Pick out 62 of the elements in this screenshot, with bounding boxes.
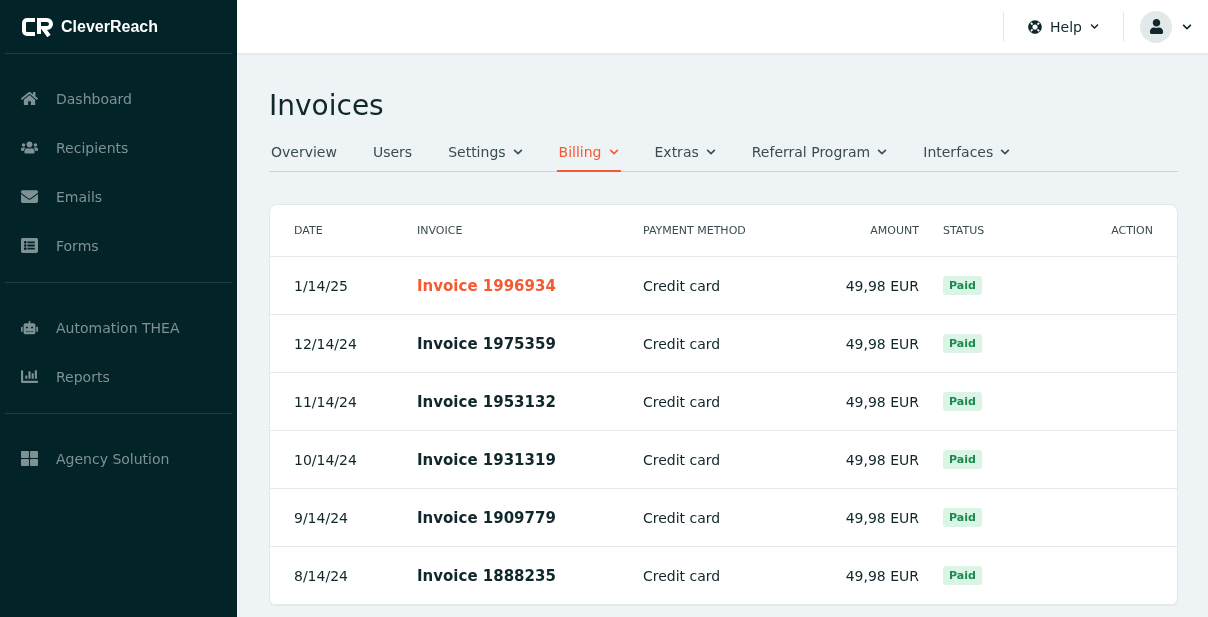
chevron-down-icon (1090, 22, 1099, 31)
sidebar-item[interactable]: Reports (5, 352, 232, 401)
chevron-down-icon (1182, 21, 1192, 32)
invoice-link[interactable]: Invoice 1888235 (417, 567, 556, 585)
tab[interactable]: Settings (446, 144, 525, 172)
table-cell-text: Credit card (643, 509, 722, 526)
status-badge: Paid (943, 392, 982, 411)
tab[interactable]: Extras (652, 144, 718, 172)
column-header: PAYMENT METHOD (643, 224, 747, 237)
status-badge: Paid (943, 334, 982, 353)
tab[interactable]: Users (370, 144, 415, 172)
robot-icon (21, 319, 38, 336)
table-cell-text: Credit card (643, 277, 722, 294)
home-icon (21, 90, 38, 107)
invoice-link[interactable]: Invoice 1953132 (417, 393, 556, 411)
status-badge: Paid (943, 450, 982, 469)
sidebar-item[interactable]: Agency Solution (5, 434, 232, 483)
table-cell-text: Credit card (643, 567, 722, 584)
lifebuoy-icon (1028, 19, 1043, 34)
tab[interactable]: Interfaces (921, 144, 1013, 172)
sidebar-item[interactable]: Forms (5, 221, 232, 270)
envelope-icon (21, 188, 38, 205)
table-cell-text: 49,98 EUR (844, 451, 919, 468)
status-badge: Paid (943, 508, 982, 527)
table-cell-text: 49,98 EUR (844, 335, 919, 352)
users-icon (21, 139, 38, 156)
table-cell-text: 8/14/24 (294, 567, 349, 584)
status-badge: Paid (943, 566, 982, 585)
grid-icon (21, 450, 38, 467)
sidebar-item[interactable]: Dashboard (5, 74, 232, 123)
column-header: INVOICE (417, 224, 464, 237)
help-menu[interactable]: Help (1004, 18, 1123, 35)
invoice-link[interactable]: Invoice 1975359 (417, 335, 556, 353)
list-icon (21, 237, 38, 254)
status-badge: Paid (943, 276, 982, 295)
page-title: Invoices (269, 89, 385, 122)
column-header: AMOUNT (869, 224, 919, 237)
table-cell-text: 10/14/24 (294, 451, 358, 468)
table-cell-text: 11/14/24 (294, 393, 358, 410)
column-header: STATUS (942, 224, 986, 237)
table-cell-text: Credit card (643, 451, 722, 468)
column-header: ACTION (1110, 224, 1153, 237)
table-cell-text: Credit card (643, 335, 722, 352)
table-cell-text: 49,98 EUR (844, 393, 919, 410)
tab[interactable]: Referral Program (749, 144, 890, 172)
user-icon (1148, 19, 1164, 34)
tab[interactable]: Overview (269, 144, 339, 172)
table-cell-text: 49,98 EUR (844, 277, 919, 294)
table-cell-text: 12/14/24 (294, 335, 358, 352)
sidebar-item[interactable]: Automation THEA (5, 303, 232, 352)
invoice-link[interactable]: Invoice 1909779 (417, 509, 556, 527)
column-header: DATE (294, 224, 324, 237)
bar-chart-icon (21, 368, 38, 385)
sidebar-item[interactable]: Emails (5, 172, 232, 221)
sidebar-item[interactable]: Recipients (5, 123, 232, 172)
table-cell-text: 49,98 EUR (844, 567, 919, 584)
invoice-link[interactable]: Invoice 1931319 (417, 451, 556, 469)
table-cell-text: 9/14/24 (294, 509, 349, 526)
table-cell-text: 49,98 EUR (844, 509, 919, 526)
table-cell-text: Credit card (643, 393, 722, 410)
brand-name: CleverReach (61, 17, 158, 36)
table-cell-text: 1/14/25 (294, 277, 349, 294)
